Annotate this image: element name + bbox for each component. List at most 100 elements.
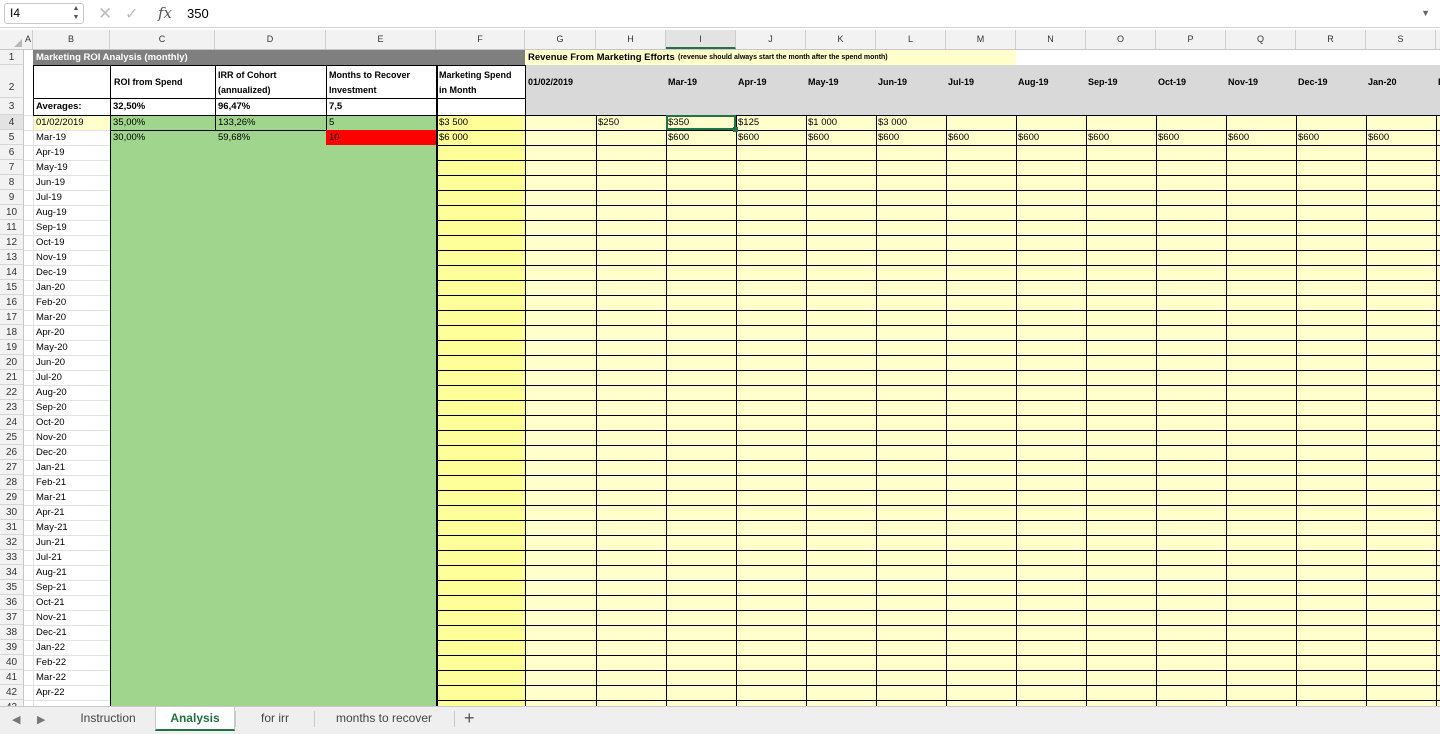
row-header-25[interactable]: 25 <box>0 430 23 445</box>
next-sheet-arrow-icon[interactable]: ▶ <box>37 713 45 726</box>
row-header-26[interactable]: 26 <box>0 445 23 460</box>
row-header-17[interactable]: 17 <box>0 310 23 325</box>
month-label: Feb-22 <box>36 657 67 668</box>
column-header-r[interactable]: R <box>1296 30 1366 49</box>
spend-header-line2: in Month <box>439 85 477 95</box>
tab-analysis[interactable]: Analysis <box>155 707 235 731</box>
row-header-30[interactable]: 30 <box>0 505 23 520</box>
sheet-title: Marketing ROI Analysis (monthly) <box>36 52 188 63</box>
name-box-stepper-icon[interactable]: ▲ ▼ <box>71 4 81 23</box>
row-header-33[interactable]: 33 <box>0 550 23 565</box>
row-header-34[interactable]: 34 <box>0 565 23 580</box>
column-header-p[interactable]: P <box>1156 30 1226 49</box>
column-header-d[interactable]: D <box>215 30 326 49</box>
tab-instruction[interactable]: Instruction <box>62 707 154 731</box>
row-header-15[interactable]: 15 <box>0 280 23 295</box>
row-header-18[interactable]: 18 <box>0 325 23 340</box>
revenue-value: $600 <box>1368 132 1390 143</box>
column-header-e[interactable]: E <box>326 30 436 49</box>
row-header-28[interactable]: 28 <box>0 475 23 490</box>
row-header-19[interactable]: 19 <box>0 340 23 355</box>
border-line <box>436 610 1440 611</box>
row-header-4[interactable]: 4 <box>0 115 23 130</box>
row-header-20[interactable]: 20 <box>0 355 23 370</box>
column-header-c[interactable]: C <box>110 30 215 49</box>
row-header-10[interactable]: 10 <box>0 205 23 220</box>
prev-sheet-arrow-icon[interactable]: ◀ <box>12 713 20 726</box>
column-header-a[interactable]: A <box>24 30 33 49</box>
gridline <box>24 205 110 206</box>
border-line <box>436 685 1440 686</box>
column-header-b[interactable]: B <box>33 30 110 49</box>
row-header-3[interactable]: 3 <box>0 98 23 115</box>
formula-input[interactable]: 350 <box>187 6 209 21</box>
column-header-s[interactable]: S <box>1366 30 1436 49</box>
border-line <box>436 115 1440 116</box>
row-header-22[interactable]: 22 <box>0 385 23 400</box>
row-header-16[interactable]: 16 <box>0 295 23 310</box>
row-header-8[interactable]: 8 <box>0 175 23 190</box>
gridline <box>24 490 110 491</box>
border-line <box>110 130 326 131</box>
column-header-l[interactable]: L <box>876 30 946 49</box>
row-header-12[interactable]: 12 <box>0 235 23 250</box>
row-header-40[interactable]: 40 <box>0 655 23 670</box>
column-header-h[interactable]: H <box>596 30 666 49</box>
row-header-35[interactable]: 35 <box>0 580 23 595</box>
row-header-23[interactable]: 23 <box>0 400 23 415</box>
spreadsheet-grid[interactable]: Marketing ROI Analysis (monthly) Revenue … <box>24 50 1440 706</box>
column-header-j[interactable]: J <box>736 30 806 49</box>
row-header-2[interactable]: 2 <box>0 65 23 98</box>
row-header-27[interactable]: 27 <box>0 460 23 475</box>
border-line <box>436 250 1440 251</box>
revenue-month-header: 01/02/2019 <box>528 77 574 87</box>
revenue-title: Revenue From Marketing Efforts <box>528 52 675 63</box>
row-header-6[interactable]: 6 <box>0 145 23 160</box>
row-header-11[interactable]: 11 <box>0 220 23 235</box>
tab-months-to-recover[interactable]: months to recover <box>315 707 453 731</box>
row-header-31[interactable]: 31 <box>0 520 23 535</box>
averages-irr: 96,47% <box>218 101 251 112</box>
column-header-q[interactable]: Q <box>1226 30 1296 49</box>
expand-formula-bar-icon[interactable]: ▼ <box>1421 8 1430 18</box>
column-header-f[interactable]: F <box>436 30 525 49</box>
roi-value: 35,00% <box>113 117 146 128</box>
row-header-38[interactable]: 38 <box>0 625 23 640</box>
function-fx-icon[interactable]: fx <box>158 4 172 22</box>
column-header-o[interactable]: O <box>1086 30 1156 49</box>
cancel-icon[interactable]: ✕ <box>98 4 112 24</box>
spend-column-fill <box>436 115 525 706</box>
row-header-9[interactable]: 9 <box>0 190 23 205</box>
tab-for-irr[interactable]: for irr <box>236 707 314 731</box>
row-header-7[interactable]: 7 <box>0 160 23 175</box>
revenue-value: $600 <box>878 132 900 143</box>
row-header-14[interactable]: 14 <box>0 265 23 280</box>
border-line <box>436 550 1440 551</box>
row-header-24[interactable]: 24 <box>0 415 23 430</box>
month-label: Apr-22 <box>36 687 65 698</box>
row-header-13[interactable]: 13 <box>0 250 23 265</box>
column-header-n[interactable]: N <box>1016 30 1086 49</box>
row-header-21[interactable]: 21 <box>0 370 23 385</box>
column-header-k[interactable]: K <box>806 30 876 49</box>
row-header-39[interactable]: 39 <box>0 640 23 655</box>
column-header-m[interactable]: M <box>946 30 1016 49</box>
row-header-41[interactable]: 41 <box>0 670 23 685</box>
row-header-5[interactable]: 5 <box>0 130 23 145</box>
enter-check-icon[interactable]: ✓ <box>125 4 138 24</box>
column-header-g[interactable]: G <box>525 30 596 49</box>
row-header-29[interactable]: 29 <box>0 490 23 505</box>
row-header-37[interactable]: 37 <box>0 610 23 625</box>
border-line <box>1086 115 1087 706</box>
gridline <box>24 385 110 386</box>
column-header-i[interactable]: I <box>666 30 736 49</box>
row-header-32[interactable]: 32 <box>0 535 23 550</box>
add-sheet-plus-icon[interactable]: + <box>464 708 475 729</box>
row-header-36[interactable]: 36 <box>0 595 23 610</box>
revenue-value: $600 <box>668 132 690 143</box>
gridline <box>24 175 110 176</box>
row-header-1[interactable]: 1 <box>0 50 23 65</box>
row-header-42[interactable]: 42 <box>0 685 23 700</box>
select-all-corner[interactable] <box>0 30 24 49</box>
revenue-header-band <box>525 65 1440 115</box>
